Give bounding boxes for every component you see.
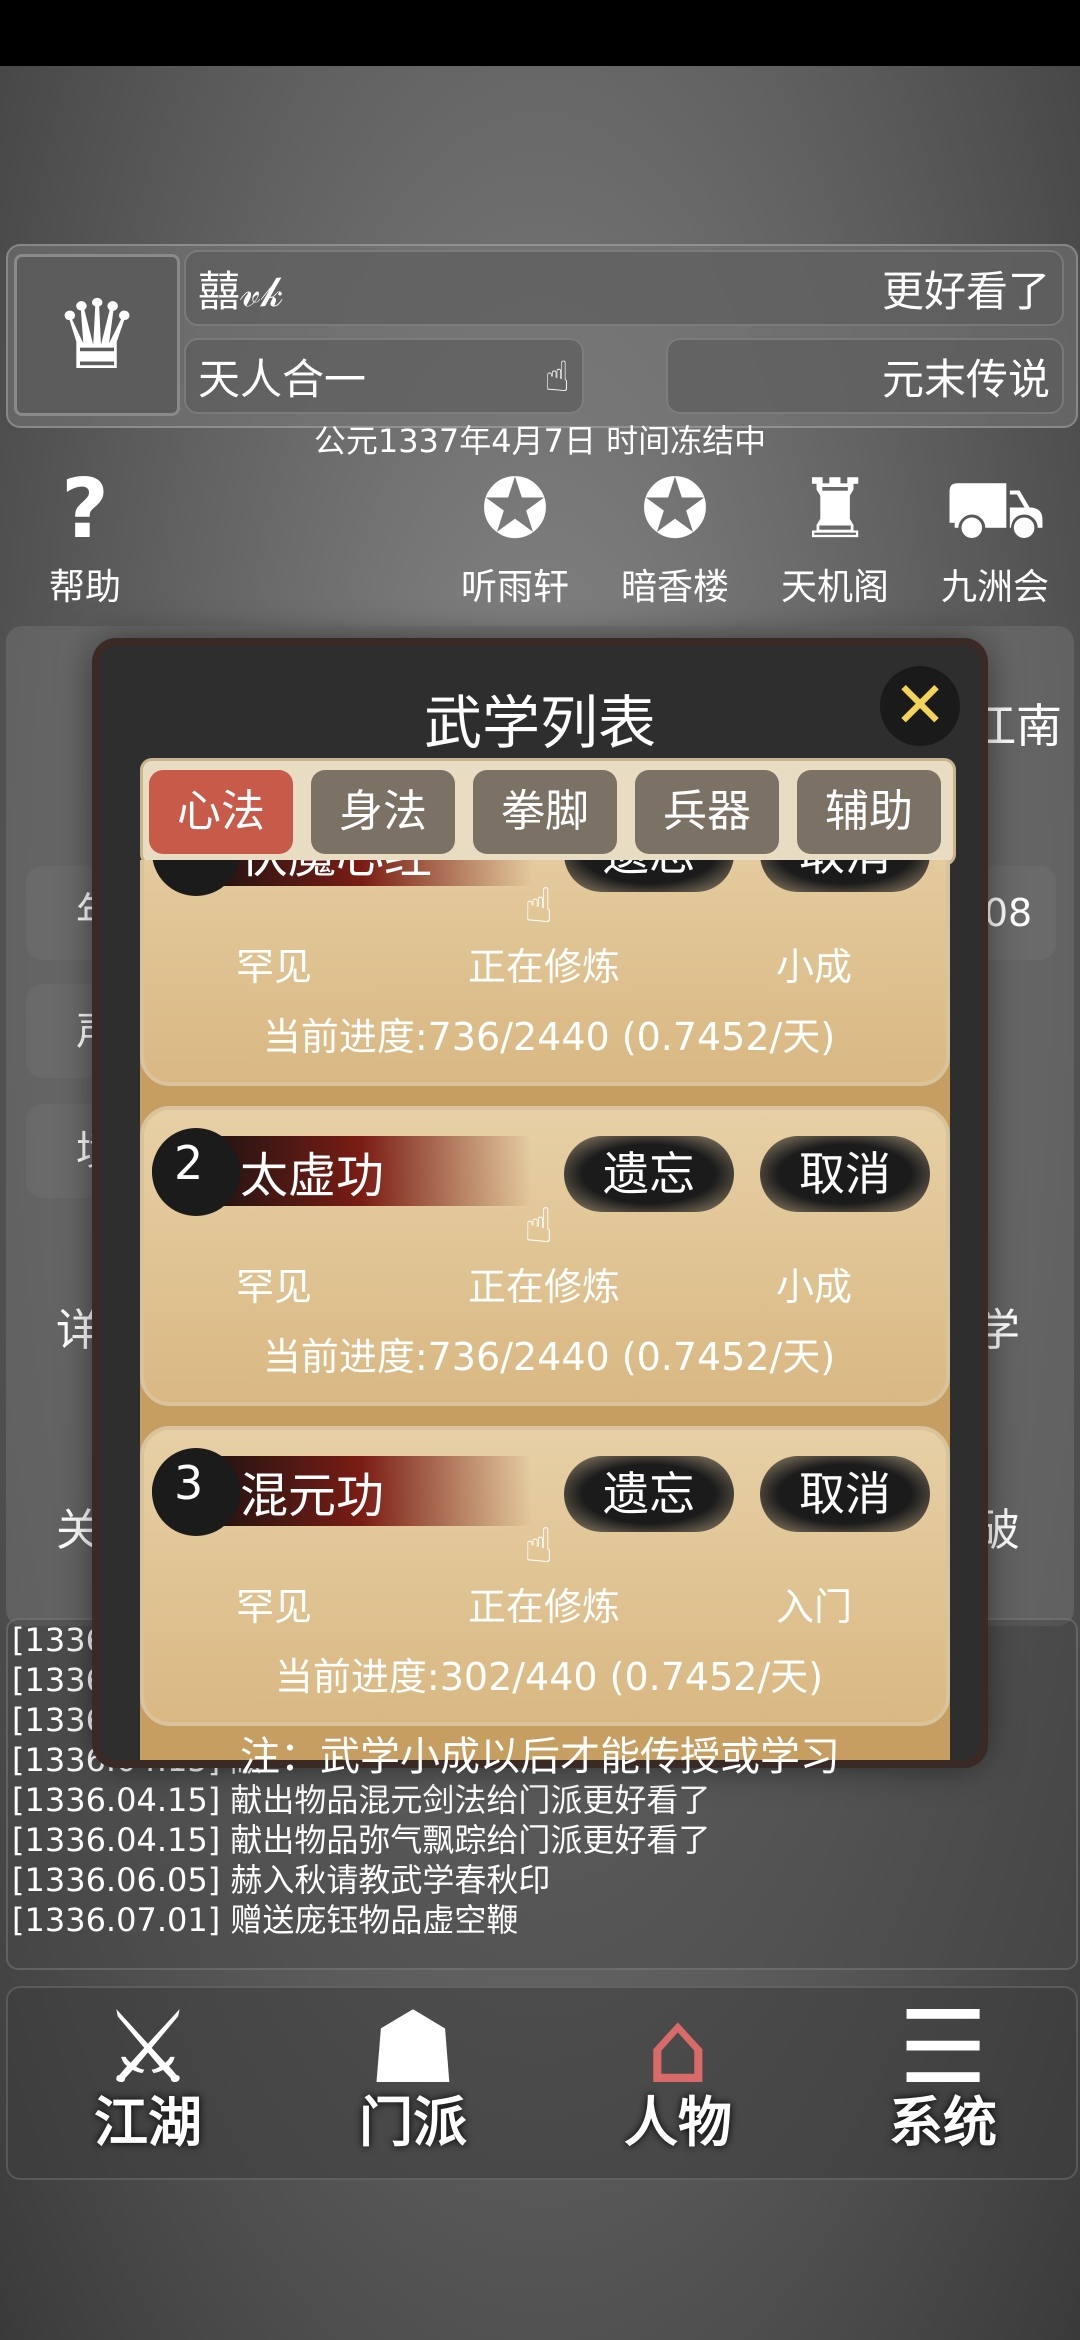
medal-icon: ✪ bbox=[640, 462, 710, 557]
tab-quanjiao[interactable]: 拳脚 bbox=[473, 770, 617, 854]
close-icon[interactable]: ✕ bbox=[880, 666, 960, 746]
cancel-button[interactable]: 取消 bbox=[760, 1136, 930, 1212]
jiuzhouhui-label: 九洲会 bbox=[940, 567, 1049, 608]
cancel-button[interactable]: 取消 bbox=[760, 860, 930, 892]
tab-xinfa[interactable]: 心法 bbox=[149, 770, 293, 854]
hand-pointer-icon: ☝ bbox=[524, 1198, 554, 1254]
skill-note: 注：武学小成以后才能传授或学习 bbox=[240, 1734, 840, 1780]
date-line: 公元1337年4月7日 时间冻结中 bbox=[313, 422, 767, 460]
log-line: [1336.07.01] 赠送庞钰物品虚空鞭 bbox=[12, 1901, 519, 1939]
tianjige-button[interactable]: ♜ 天机阁 bbox=[770, 462, 900, 610]
anxianglou-button[interactable]: ✪ 暗香楼 bbox=[610, 462, 740, 610]
player-status: 更好看了 bbox=[881, 266, 1050, 316]
skill-name: 混元功 bbox=[240, 1468, 385, 1524]
question-icon: ? bbox=[61, 462, 109, 557]
log-line: [1336.06.05] 赫入秋请教武学春秋印 bbox=[12, 1861, 551, 1899]
skill-progress: 当前进度:302/440 (0.7452/天) bbox=[274, 1655, 824, 1699]
hand-pointer-icon: ☝ bbox=[524, 878, 554, 934]
skill-status: 正在修炼 bbox=[467, 1585, 620, 1629]
skill-card: 3 混元功 遗忘 取消 ☝ 罕见 正在修炼 入门 当前进度:302/440 (0… bbox=[140, 1426, 950, 1726]
title-field[interactable]: 天人合一 ☝ bbox=[184, 338, 584, 414]
tab-shenfa[interactable]: 身法 bbox=[311, 770, 455, 854]
skill-card: 2 太虚功 遗忘 取消 ☝ 罕见 正在修炼 小成 当前进度:736/2440 (… bbox=[140, 1106, 950, 1406]
hand-pointer-icon: ☝ bbox=[544, 351, 570, 401]
jiuzhouhui-button[interactable]: ⛟ 九洲会 bbox=[930, 462, 1060, 610]
cancel-button[interactable]: 取消 bbox=[760, 1456, 930, 1532]
nav-renwu[interactable]: ⌂ 人物 bbox=[558, 1988, 798, 2178]
forget-button[interactable]: 遗忘 bbox=[564, 1456, 734, 1532]
modal-title: 武学列表 bbox=[423, 689, 656, 757]
skill-rarity: 罕见 bbox=[235, 945, 312, 989]
skill-rarity: 罕见 bbox=[235, 1585, 312, 1629]
log-line: [1336.04.15] 献出物品混元剑法给门派更好看了 bbox=[12, 1781, 711, 1819]
tianjige-label: 天机阁 bbox=[780, 567, 889, 608]
tab-bingqi[interactable]: 兵器 bbox=[635, 770, 779, 854]
cart-icon: ⛟ bbox=[943, 462, 1047, 557]
nav-jianghu[interactable]: ⚔ 江湖 bbox=[28, 1988, 268, 2178]
nav-xitong[interactable]: ☰ 系统 bbox=[823, 1988, 1063, 2178]
skill-list[interactable]: 1 伏魔心经 遗忘 取消 ☝ 罕见 正在修炼 小成 当前进度:736/2440 … bbox=[140, 860, 950, 1760]
learn-button-fragment[interactable]: 学 bbox=[976, 1294, 1020, 1358]
region-label-fragment: 江南 bbox=[970, 699, 1062, 753]
close-button-fragment[interactable]: 关 bbox=[56, 1494, 100, 1558]
scenario-label: 元末传说 bbox=[881, 354, 1050, 404]
tab-fuzhu[interactable]: 辅助 bbox=[797, 770, 941, 854]
skill-tab-bar: 心法 身法 拳脚 兵器 辅助 bbox=[140, 758, 956, 866]
skill-level: 小成 bbox=[775, 945, 852, 989]
nav-menpai[interactable]: ☗ 门派 bbox=[293, 1988, 533, 2178]
skill-progress: 当前进度:736/2440 (0.7452/天) bbox=[262, 1015, 836, 1059]
skill-level: 小成 bbox=[775, 1265, 852, 1309]
anxianglou-label: 暗香楼 bbox=[620, 567, 729, 608]
skill-status: 正在修炼 bbox=[467, 1265, 620, 1309]
scenario-field: 元末传说 bbox=[666, 338, 1064, 414]
forget-button[interactable]: 遗忘 bbox=[564, 1136, 734, 1212]
skill-rarity: 罕见 bbox=[235, 1265, 312, 1309]
log-line: [1336.04.15] 献出物品弥气飘踪给门派更好看了 bbox=[12, 1821, 711, 1859]
skill-status: 正在修炼 bbox=[467, 945, 620, 989]
medal-icon: ✪ bbox=[480, 462, 550, 557]
trophy-icon: ♜ bbox=[798, 462, 872, 557]
help-label: 帮助 bbox=[48, 567, 121, 608]
skill-progress: 当前进度:736/2440 (0.7452/天) bbox=[262, 1335, 836, 1379]
crown-avatar[interactable]: ♛ bbox=[14, 254, 180, 416]
player-name: 囍𝓋𝓀 bbox=[198, 266, 284, 316]
tingyuxuan-button[interactable]: ✪ 听雨轩 bbox=[450, 462, 580, 610]
skill-level: 入门 bbox=[775, 1585, 852, 1629]
detail-button-fragment[interactable]: 详 bbox=[56, 1294, 100, 1358]
skill-card: 1 伏魔心经 遗忘 取消 ☝ 罕见 正在修炼 小成 当前进度:736/2440 … bbox=[140, 860, 950, 1086]
status-bar bbox=[0, 0, 1080, 66]
skill-list-modal: 武学列表 ✕ 心法 身法 拳脚 兵器 辅助 1 伏魔心经 遗忘 取消 ☝ 罕见 … bbox=[100, 646, 980, 1760]
skill-index: 1 bbox=[174, 860, 203, 870]
skill-name: 太虚功 bbox=[240, 1148, 385, 1204]
title-label: 天人合一 bbox=[198, 354, 367, 404]
hand-pointer-icon: ☝ bbox=[524, 1518, 554, 1574]
skill-index: 2 bbox=[174, 1136, 204, 1190]
help-button[interactable]: ? 帮助 bbox=[20, 462, 150, 610]
skill-name: 伏魔心经 bbox=[240, 860, 432, 886]
break-button-fragment[interactable]: 破 bbox=[976, 1494, 1020, 1558]
tingyuxuan-label: 听雨轩 bbox=[460, 567, 569, 608]
crown-icon: ♛ bbox=[53, 279, 141, 391]
skill-index: 3 bbox=[174, 1456, 204, 1510]
forget-button[interactable]: 遗忘 bbox=[564, 860, 734, 892]
player-name-field: 囍𝓋𝓀 更好看了 bbox=[184, 250, 1064, 326]
bottom-nav: ⚔ 江湖 ☗ 门派 ⌂ 人物 ☰ 系统 bbox=[6, 1986, 1078, 2180]
